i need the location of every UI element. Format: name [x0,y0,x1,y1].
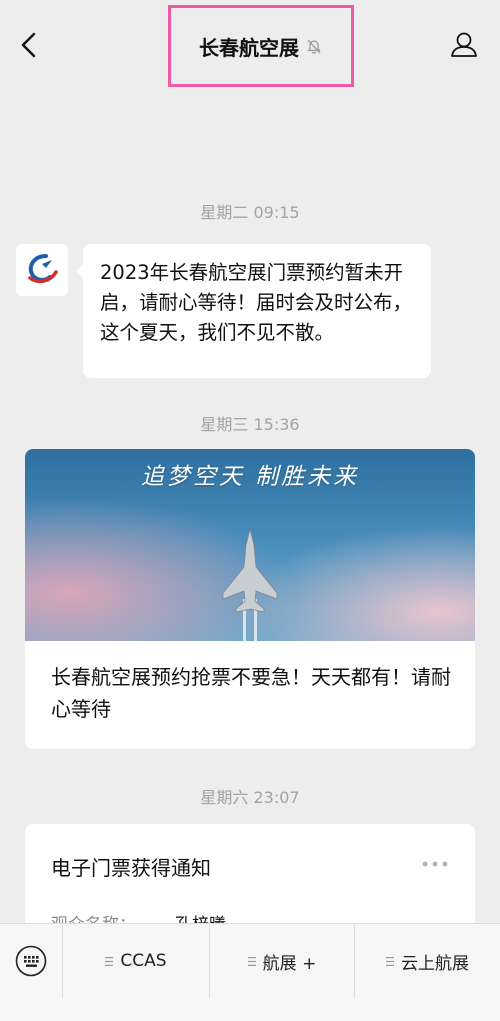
menu-lines-icon [386,956,394,966]
chat-title[interactable]: 长春航空展 [199,32,299,61]
menu-item-label: 航展 + [262,953,317,974]
timestamp: 星期二 09:15 [200,203,300,222]
menu-item-label: CCAS [120,951,167,971]
menu-lines-icon [247,956,256,966]
chat-header: 长春航空展 [0,0,500,92]
bottom-menu-bar: CCAS 航展 + 云上航展 [0,923,500,1021]
avatar[interactable] [16,244,68,296]
menu-item-label: 云上航展 [401,953,469,974]
notice-title: 电子门票获得通知 [51,856,211,880]
menu-item-cloud-airshow[interactable]: 云上航展 [354,924,500,998]
keyboard-toggle-button[interactable] [0,924,62,998]
bell-slash-icon [307,39,321,54]
message-bubble[interactable]: 2023年长春航空展门票预约暂未开启，请耐心等待！届时会及时公布，这个夏天，我们… [83,244,431,378]
ccas-logo [28,254,58,284]
chevron-left-icon[interactable] [14,28,44,62]
keyboard-icon [15,945,47,977]
person-icon[interactable] [448,28,480,62]
menu-item-ccas[interactable]: CCAS [62,924,209,998]
more-icon[interactable] [421,860,449,868]
article-title[interactable]: 长春航空展预约抢票不要急！天天都有！请耐心等待 [51,661,451,725]
menu-item-airshow-plus[interactable]: 航展 + [209,924,354,998]
timestamp: 星期三 15:36 [200,415,300,434]
title-highlight-box: 长春航空展 [168,5,354,87]
menu-lines-icon [105,956,114,966]
article-card[interactable]: 追梦空天 制胜未来 长春航空展预约抢票不要急！天天都有！请耐心等待 [25,449,475,749]
timestamp: 星期六 23:07 [200,788,300,807]
cover-slogan: 追梦空天 制胜未来 [140,464,360,490]
